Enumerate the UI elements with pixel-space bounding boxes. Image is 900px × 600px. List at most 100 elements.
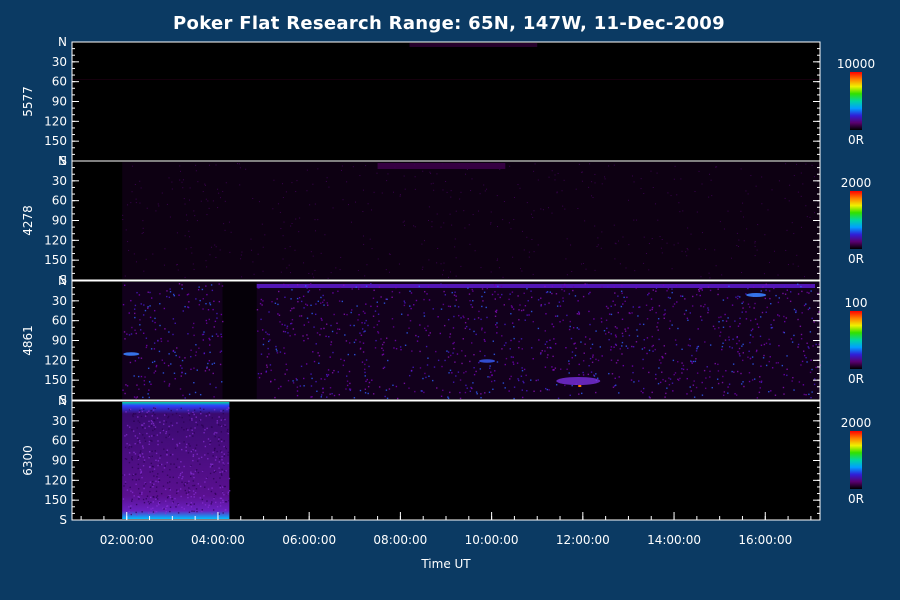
noise-pixel bbox=[646, 337, 649, 339]
noise-pixel bbox=[550, 347, 552, 349]
noise-pixel bbox=[179, 488, 182, 490]
noise-pixel bbox=[192, 411, 194, 414]
noise-pixel bbox=[148, 420, 150, 423]
emission-band bbox=[122, 162, 821, 279]
noise-pixel bbox=[730, 257, 732, 259]
noise-pixel bbox=[171, 188, 173, 190]
noise-pixel bbox=[568, 363, 570, 365]
noise-pixel bbox=[632, 306, 634, 308]
noise-pixel bbox=[222, 501, 224, 503]
noise-pixel bbox=[164, 465, 166, 467]
noise-pixel bbox=[683, 313, 686, 315]
noise-pixel bbox=[584, 336, 587, 338]
noise-pixel bbox=[509, 378, 511, 380]
noise-pixel bbox=[582, 295, 585, 298]
noise-pixel bbox=[310, 251, 312, 253]
noise-pixel bbox=[134, 184, 136, 186]
noise-pixel bbox=[141, 453, 144, 455]
noise-pixel bbox=[320, 378, 322, 380]
noise-pixel bbox=[130, 505, 132, 507]
noise-pixel bbox=[622, 364, 625, 367]
noise-pixel bbox=[177, 512, 180, 514]
noise-pixel bbox=[157, 339, 159, 342]
noise-pixel bbox=[465, 325, 468, 328]
noise-pixel bbox=[305, 363, 308, 365]
noise-pixel bbox=[125, 433, 128, 436]
noise-pixel bbox=[172, 333, 174, 336]
noise-pixel bbox=[223, 464, 225, 466]
y-tick-label: 60 bbox=[52, 314, 67, 328]
noise-pixel bbox=[197, 460, 199, 462]
noise-pixel bbox=[124, 435, 126, 437]
noise-pixel bbox=[800, 364, 802, 366]
noise-pixel bbox=[176, 347, 178, 349]
noise-pixel bbox=[134, 304, 137, 307]
noise-pixel bbox=[345, 340, 348, 342]
noise-pixel bbox=[190, 506, 193, 508]
noise-pixel bbox=[245, 168, 247, 170]
noise-pixel bbox=[426, 364, 429, 366]
noise-pixel bbox=[617, 240, 619, 242]
noise-pixel bbox=[571, 271, 573, 273]
noise-pixel bbox=[464, 355, 467, 357]
noise-pixel bbox=[811, 164, 813, 166]
noise-pixel bbox=[494, 298, 497, 300]
noise-pixel bbox=[209, 351, 211, 354]
noise-pixel bbox=[509, 348, 511, 350]
noise-pixel bbox=[161, 192, 163, 194]
noise-pixel bbox=[126, 333, 128, 335]
noise-pixel bbox=[552, 325, 555, 328]
noise-pixel bbox=[532, 358, 534, 360]
noise-pixel bbox=[537, 379, 539, 381]
noise-pixel bbox=[362, 210, 364, 212]
noise-pixel bbox=[652, 187, 654, 189]
noise-pixel bbox=[123, 284, 126, 287]
noise-pixel bbox=[473, 318, 476, 320]
noise-pixel bbox=[136, 437, 139, 439]
noise-pixel bbox=[215, 456, 218, 458]
noise-pixel bbox=[275, 345, 277, 348]
noise-pixel bbox=[511, 291, 514, 293]
noise-pixel bbox=[418, 285, 420, 288]
noise-pixel bbox=[186, 503, 188, 505]
noise-pixel bbox=[691, 305, 694, 307]
noise-pixel bbox=[358, 314, 360, 316]
noise-pixel bbox=[327, 277, 329, 279]
noise-pixel bbox=[218, 438, 220, 440]
noise-pixel bbox=[320, 328, 322, 330]
noise-pixel bbox=[677, 379, 680, 381]
noise-pixel bbox=[280, 228, 282, 230]
noise-pixel bbox=[494, 310, 497, 313]
noise-pixel bbox=[651, 335, 653, 338]
noise-pixel bbox=[639, 323, 641, 325]
noise-pixel bbox=[472, 290, 474, 292]
colorbar-max-label: 2000 bbox=[841, 416, 872, 430]
noise-pixel bbox=[727, 317, 729, 319]
noise-pixel bbox=[176, 482, 178, 484]
noise-pixel bbox=[172, 476, 174, 479]
noise-pixel bbox=[152, 485, 154, 488]
noise-pixel bbox=[542, 209, 544, 211]
noise-pixel bbox=[215, 501, 217, 504]
noise-pixel bbox=[594, 269, 596, 271]
noise-pixel bbox=[805, 356, 807, 359]
noise-pixel bbox=[811, 317, 813, 320]
noise-pixel bbox=[523, 292, 525, 295]
noise-pixel bbox=[715, 265, 717, 267]
noise-pixel bbox=[546, 291, 549, 293]
noise-pixel bbox=[189, 199, 191, 201]
noise-pixel bbox=[742, 381, 744, 383]
noise-pixel bbox=[601, 355, 603, 357]
noise-pixel bbox=[384, 395, 386, 398]
noise-pixel bbox=[564, 208, 566, 210]
noise-pixel bbox=[166, 449, 169, 451]
noise-pixel bbox=[330, 272, 332, 274]
noise-pixel bbox=[210, 284, 213, 286]
noise-pixel bbox=[164, 500, 167, 502]
noise-pixel bbox=[257, 253, 259, 255]
noise-pixel bbox=[206, 413, 208, 415]
noise-pixel bbox=[624, 300, 626, 303]
noise-pixel bbox=[661, 355, 663, 358]
noise-pixel bbox=[205, 319, 208, 322]
noise-pixel bbox=[601, 231, 603, 233]
